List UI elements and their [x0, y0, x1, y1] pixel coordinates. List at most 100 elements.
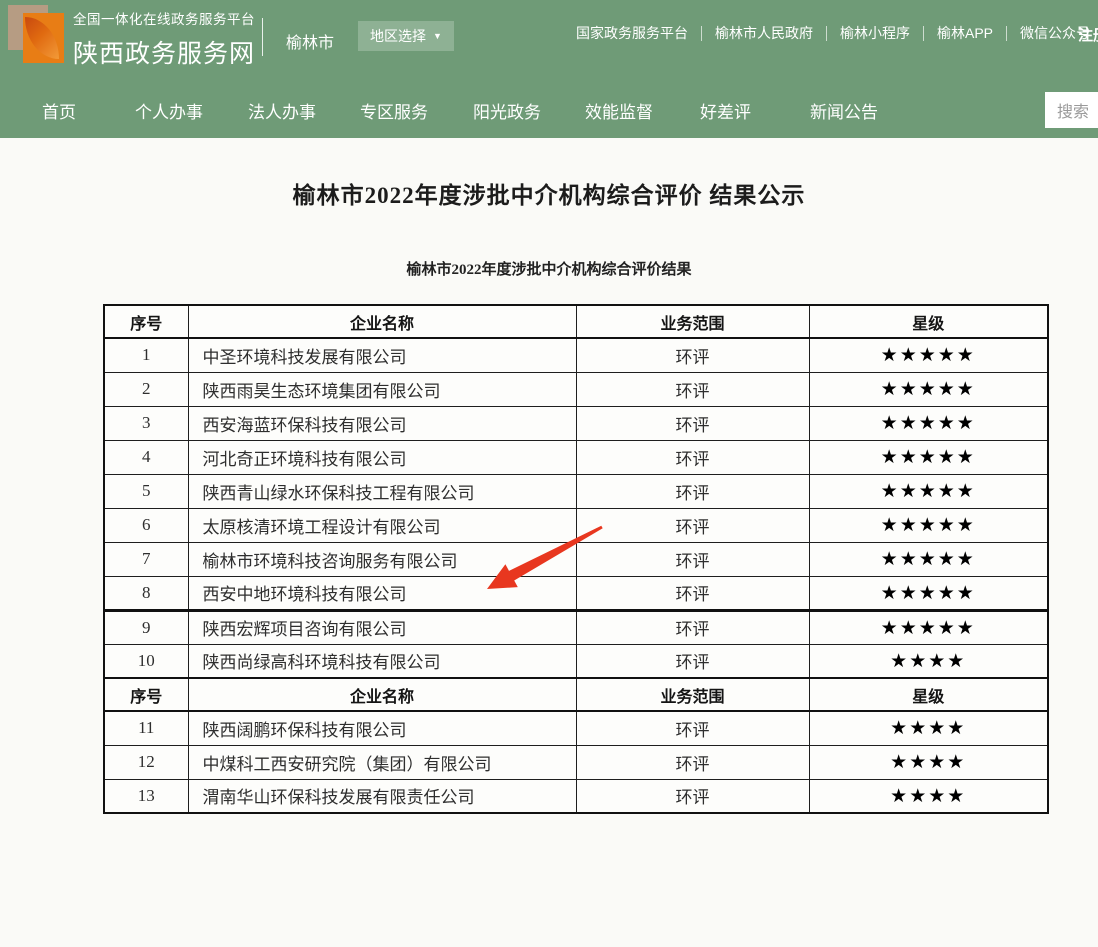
nav-item-1[interactable]: 首页: [42, 98, 76, 123]
row-number-cell: 3: [104, 406, 188, 440]
table-row: 11 陕西阔鹏环保科技有限公司 环评 ★★★★: [104, 711, 1048, 745]
row-number-cell: 5: [104, 474, 188, 508]
table-header-row: 序号企业名称业务范围星级: [104, 678, 1048, 711]
table-section: 序号企业名称业务范围星级 1 中圣环境科技发展有限公司 环评 ★★★★★ 2 陕…: [104, 305, 1048, 678]
table-row: 12 中煤科工西安研究院（集团）有限公司 环评 ★★★★: [104, 745, 1048, 779]
business-scope-cell: 环评: [576, 372, 809, 406]
business-scope-cell: 环评: [576, 745, 809, 779]
column-header: 星级: [809, 305, 1048, 338]
table-row: 8 西安中地环境科技有限公司 环评 ★★★★★: [104, 576, 1048, 610]
table-row: 1 中圣环境科技发展有限公司 环评 ★★★★★: [104, 338, 1048, 372]
column-header: 业务范围: [576, 678, 809, 711]
top-link[interactable]: 榆林小程序: [840, 23, 910, 43]
table-row: 13 渭南华山环保科技发展有限责任公司 环评 ★★★★: [104, 779, 1048, 813]
link-separator: [701, 26, 702, 41]
site-logo-icon: [8, 5, 64, 63]
column-header: 企业名称: [188, 305, 576, 338]
star-rating-cell: ★★★★★: [809, 440, 1048, 474]
brand-divider: [262, 18, 263, 56]
row-number-cell: 1: [104, 338, 188, 372]
row-number-cell: 11: [104, 711, 188, 745]
star-rating-cell: ★★★★★: [809, 610, 1048, 644]
site-name: 陕西政务服务网: [73, 34, 255, 70]
company-name-cell: 榆林市环境科技咨询服务有限公司: [188, 542, 576, 576]
logo-leaf-icon: [25, 17, 59, 59]
nav-item-2[interactable]: 个人办事: [135, 98, 203, 123]
link-separator: [923, 26, 924, 41]
logo-front-square: [23, 13, 64, 63]
top-link[interactable]: 国家政务服务平台: [576, 23, 688, 43]
column-header: 企业名称: [188, 678, 576, 711]
main-nav: 搜索 首页 个人办事 法人办事 专区服务 阳光政务 效能监督 好差评 新闻公告: [0, 82, 1098, 138]
table-caption: 榆林市2022年度涉批中介机构综合评价结果: [0, 258, 1098, 279]
company-name-cell: 陕西阔鹏环保科技有限公司: [188, 711, 576, 745]
business-scope-cell: 环评: [576, 474, 809, 508]
page-title: 榆林市2022年度涉批中介机构综合评价 结果公示: [0, 176, 1098, 210]
business-scope-cell: 环评: [576, 711, 809, 745]
company-name-cell: 西安海蓝环保科技有限公司: [188, 406, 576, 440]
site-header: 全国一体化在线政务服务平台 陕西政务服务网 榆林市 地区选择 ▼ 国家政务服务平…: [0, 0, 1098, 138]
link-separator: [826, 26, 827, 41]
row-number-cell: 9: [104, 610, 188, 644]
announcement-document: 榆林市2022年度涉批中介机构综合评价 结果公示 榆林市2022年度涉批中介机构…: [0, 138, 1098, 947]
table-section: 序号企业名称业务范围星级 11 陕西阔鹏环保科技有限公司 环评 ★★★★ 12 …: [104, 678, 1048, 813]
table-row: 9 陕西宏辉项目咨询有限公司 环评 ★★★★★: [104, 610, 1048, 644]
business-scope-cell: 环评: [576, 406, 809, 440]
current-city-label: 榆林市: [286, 29, 334, 53]
business-scope-cell: 环评: [576, 508, 809, 542]
star-rating-cell: ★★★★★: [809, 474, 1048, 508]
nav-item-4[interactable]: 专区服务: [360, 98, 428, 123]
nav-item-6[interactable]: 效能监督: [585, 98, 653, 123]
business-scope-cell: 环评: [576, 440, 809, 474]
search-placeholder: 搜索: [1057, 98, 1089, 122]
column-header: 星级: [809, 678, 1048, 711]
search-input[interactable]: 搜索: [1045, 92, 1098, 128]
region-select-label: 地区选择: [370, 26, 426, 46]
company-name-cell: 西安中地环境科技有限公司: [188, 576, 576, 610]
company-name-cell: 渭南华山环保科技发展有限责任公司: [188, 779, 576, 813]
table-row: 3 西安海蓝环保科技有限公司 环评 ★★★★★: [104, 406, 1048, 440]
table-header-row: 序号企业名称业务范围星级: [104, 305, 1048, 338]
business-scope-cell: 环评: [576, 576, 809, 610]
nav-item-5[interactable]: 阳光政务: [473, 98, 541, 123]
column-header: 序号: [104, 678, 188, 711]
company-name-cell: 陕西雨昊生态环境集团有限公司: [188, 372, 576, 406]
nav-item-8[interactable]: 新闻公告: [810, 98, 878, 123]
star-rating-cell: ★★★★★: [809, 576, 1048, 610]
company-name-cell: 陕西尚绿高科环境科技有限公司: [188, 644, 576, 678]
star-rating-cell: ★★★★★: [809, 406, 1048, 440]
top-link[interactable]: 榆林APP: [937, 23, 993, 43]
star-rating-cell: ★★★★: [809, 779, 1048, 813]
row-number-cell: 7: [104, 542, 188, 576]
row-number-cell: 2: [104, 372, 188, 406]
top-link[interactable]: 榆林市人民政府: [715, 23, 813, 43]
evaluation-table: 序号企业名称业务范围星级 1 中圣环境科技发展有限公司 环评 ★★★★★ 2 陕…: [103, 304, 1049, 814]
business-scope-cell: 环评: [576, 610, 809, 644]
nav-item-7[interactable]: 好差评: [700, 98, 751, 123]
row-number-cell: 6: [104, 508, 188, 542]
top-links: 国家政务服务平台榆林市人民政府榆林小程序榆林APP微信公众号: [576, 24, 1090, 42]
company-name-cell: 中煤科工西安研究院（集团）有限公司: [188, 745, 576, 779]
star-rating-cell: ★★★★★: [809, 372, 1048, 406]
row-number-cell: 8: [104, 576, 188, 610]
chevron-down-icon: ▼: [433, 31, 442, 41]
star-rating-cell: ★★★★: [809, 745, 1048, 779]
link-separator: [1006, 26, 1007, 41]
row-number-cell: 12: [104, 745, 188, 779]
star-rating-cell: ★★★★: [809, 711, 1048, 745]
column-header: 序号: [104, 305, 188, 338]
nav-item-3[interactable]: 法人办事: [248, 98, 316, 123]
business-scope-cell: 环评: [576, 779, 809, 813]
row-number-cell: 10: [104, 644, 188, 678]
star-rating-cell: ★★★★★: [809, 338, 1048, 372]
table-row: 2 陕西雨昊生态环境集团有限公司 环评 ★★★★★: [104, 372, 1048, 406]
register-link[interactable]: 注册: [1078, 24, 1098, 45]
star-rating-cell: ★★★★: [809, 644, 1048, 678]
star-rating-cell: ★★★★★: [809, 542, 1048, 576]
star-rating-cell: ★★★★★: [809, 508, 1048, 542]
column-header: 业务范围: [576, 305, 809, 338]
row-number-cell: 4: [104, 440, 188, 474]
region-select-button[interactable]: 地区选择 ▼: [358, 21, 454, 51]
business-scope-cell: 环评: [576, 338, 809, 372]
table-row: 6 太原核清环境工程设计有限公司 环评 ★★★★★: [104, 508, 1048, 542]
